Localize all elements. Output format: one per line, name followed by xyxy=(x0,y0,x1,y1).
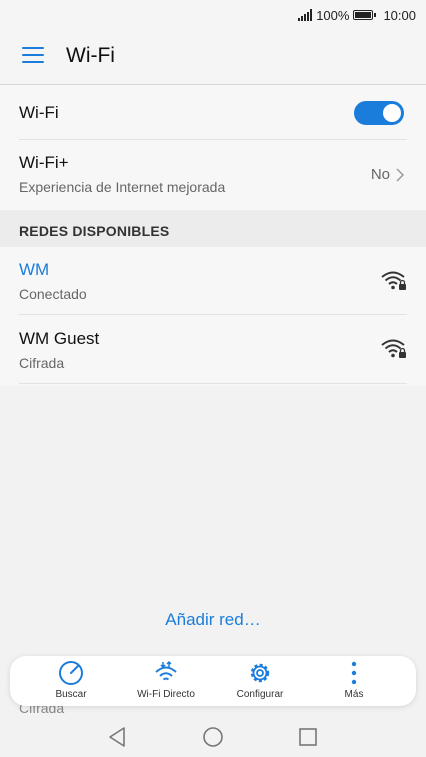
scan-button[interactable]: Buscar xyxy=(26,660,116,704)
network-status: Cifrada xyxy=(19,355,65,371)
battery-icon xyxy=(353,10,377,20)
toggle-knob xyxy=(383,104,401,122)
divider xyxy=(19,383,407,384)
wifi-toggle-switch[interactable] xyxy=(354,101,404,125)
network-status: Conectado xyxy=(19,286,87,302)
wifi-label: Wi-Fi xyxy=(19,103,59,122)
page-title: Wi-Fi xyxy=(66,44,115,67)
wifi-plus-status: No xyxy=(370,166,390,183)
bottom-toolbar: Buscar Wi-Fi Directo Configurar Más xyxy=(10,656,416,706)
clock: 10:00 xyxy=(383,7,416,23)
chevron-right-icon xyxy=(396,167,404,182)
wifi-plus-subtitle: Experiencia de Internet mejorada xyxy=(19,179,226,195)
wifi-plus-label: Wi-Fi+ xyxy=(19,153,69,172)
configure-button[interactable]: Configurar xyxy=(215,660,305,704)
wifi-lock-icon[interactable] xyxy=(380,270,408,292)
navigation-bar xyxy=(0,716,426,757)
scan-label: Buscar xyxy=(55,689,87,700)
more-label: Más xyxy=(344,689,364,700)
network-name: WM xyxy=(19,260,50,279)
available-networks-heading: REDES DISPONIBLES xyxy=(19,223,170,239)
wifi-direct-button[interactable]: Wi-Fi Directo xyxy=(121,660,211,704)
wifi-direct-label: Wi-Fi Directo xyxy=(137,689,195,700)
wifi-plus-value[interactable]: No xyxy=(371,166,404,183)
wifi-toggle-row[interactable]: Wi-Fi xyxy=(19,103,407,123)
battery-percentage: 100% xyxy=(316,7,350,23)
status-indicators: 100% 10:00 xyxy=(298,6,416,24)
signal-icon xyxy=(298,9,313,21)
configure-label: Configurar xyxy=(236,689,284,700)
menu-icon[interactable] xyxy=(22,46,44,64)
network-name: WM Guest xyxy=(19,329,100,348)
status-bar: 100% 10:00 xyxy=(0,0,426,30)
network-item-wm-guest[interactable]: WM Guest Cifrada xyxy=(19,329,407,371)
network-item-wm[interactable]: WM Conectado xyxy=(19,260,407,302)
add-network-link[interactable]: Añadir red… xyxy=(0,610,426,630)
wifi-direct-icon xyxy=(155,660,177,681)
home-icon[interactable] xyxy=(200,724,226,750)
more-button[interactable]: Más xyxy=(309,660,399,704)
more-vertical-icon xyxy=(351,661,357,685)
wifi-plus-row[interactable]: Wi-Fi+ Experiencia de Internet mejorada xyxy=(19,153,407,195)
settings-gear-icon xyxy=(250,663,270,683)
divider xyxy=(19,314,407,315)
section-header: REDES DISPONIBLES xyxy=(0,210,426,247)
scan-icon xyxy=(59,661,83,685)
divider xyxy=(19,139,407,140)
app-bar: Wi-Fi xyxy=(0,30,426,85)
recents-icon[interactable] xyxy=(295,724,321,750)
back-icon[interactable] xyxy=(105,724,131,750)
wifi-lock-icon[interactable] xyxy=(380,338,408,360)
